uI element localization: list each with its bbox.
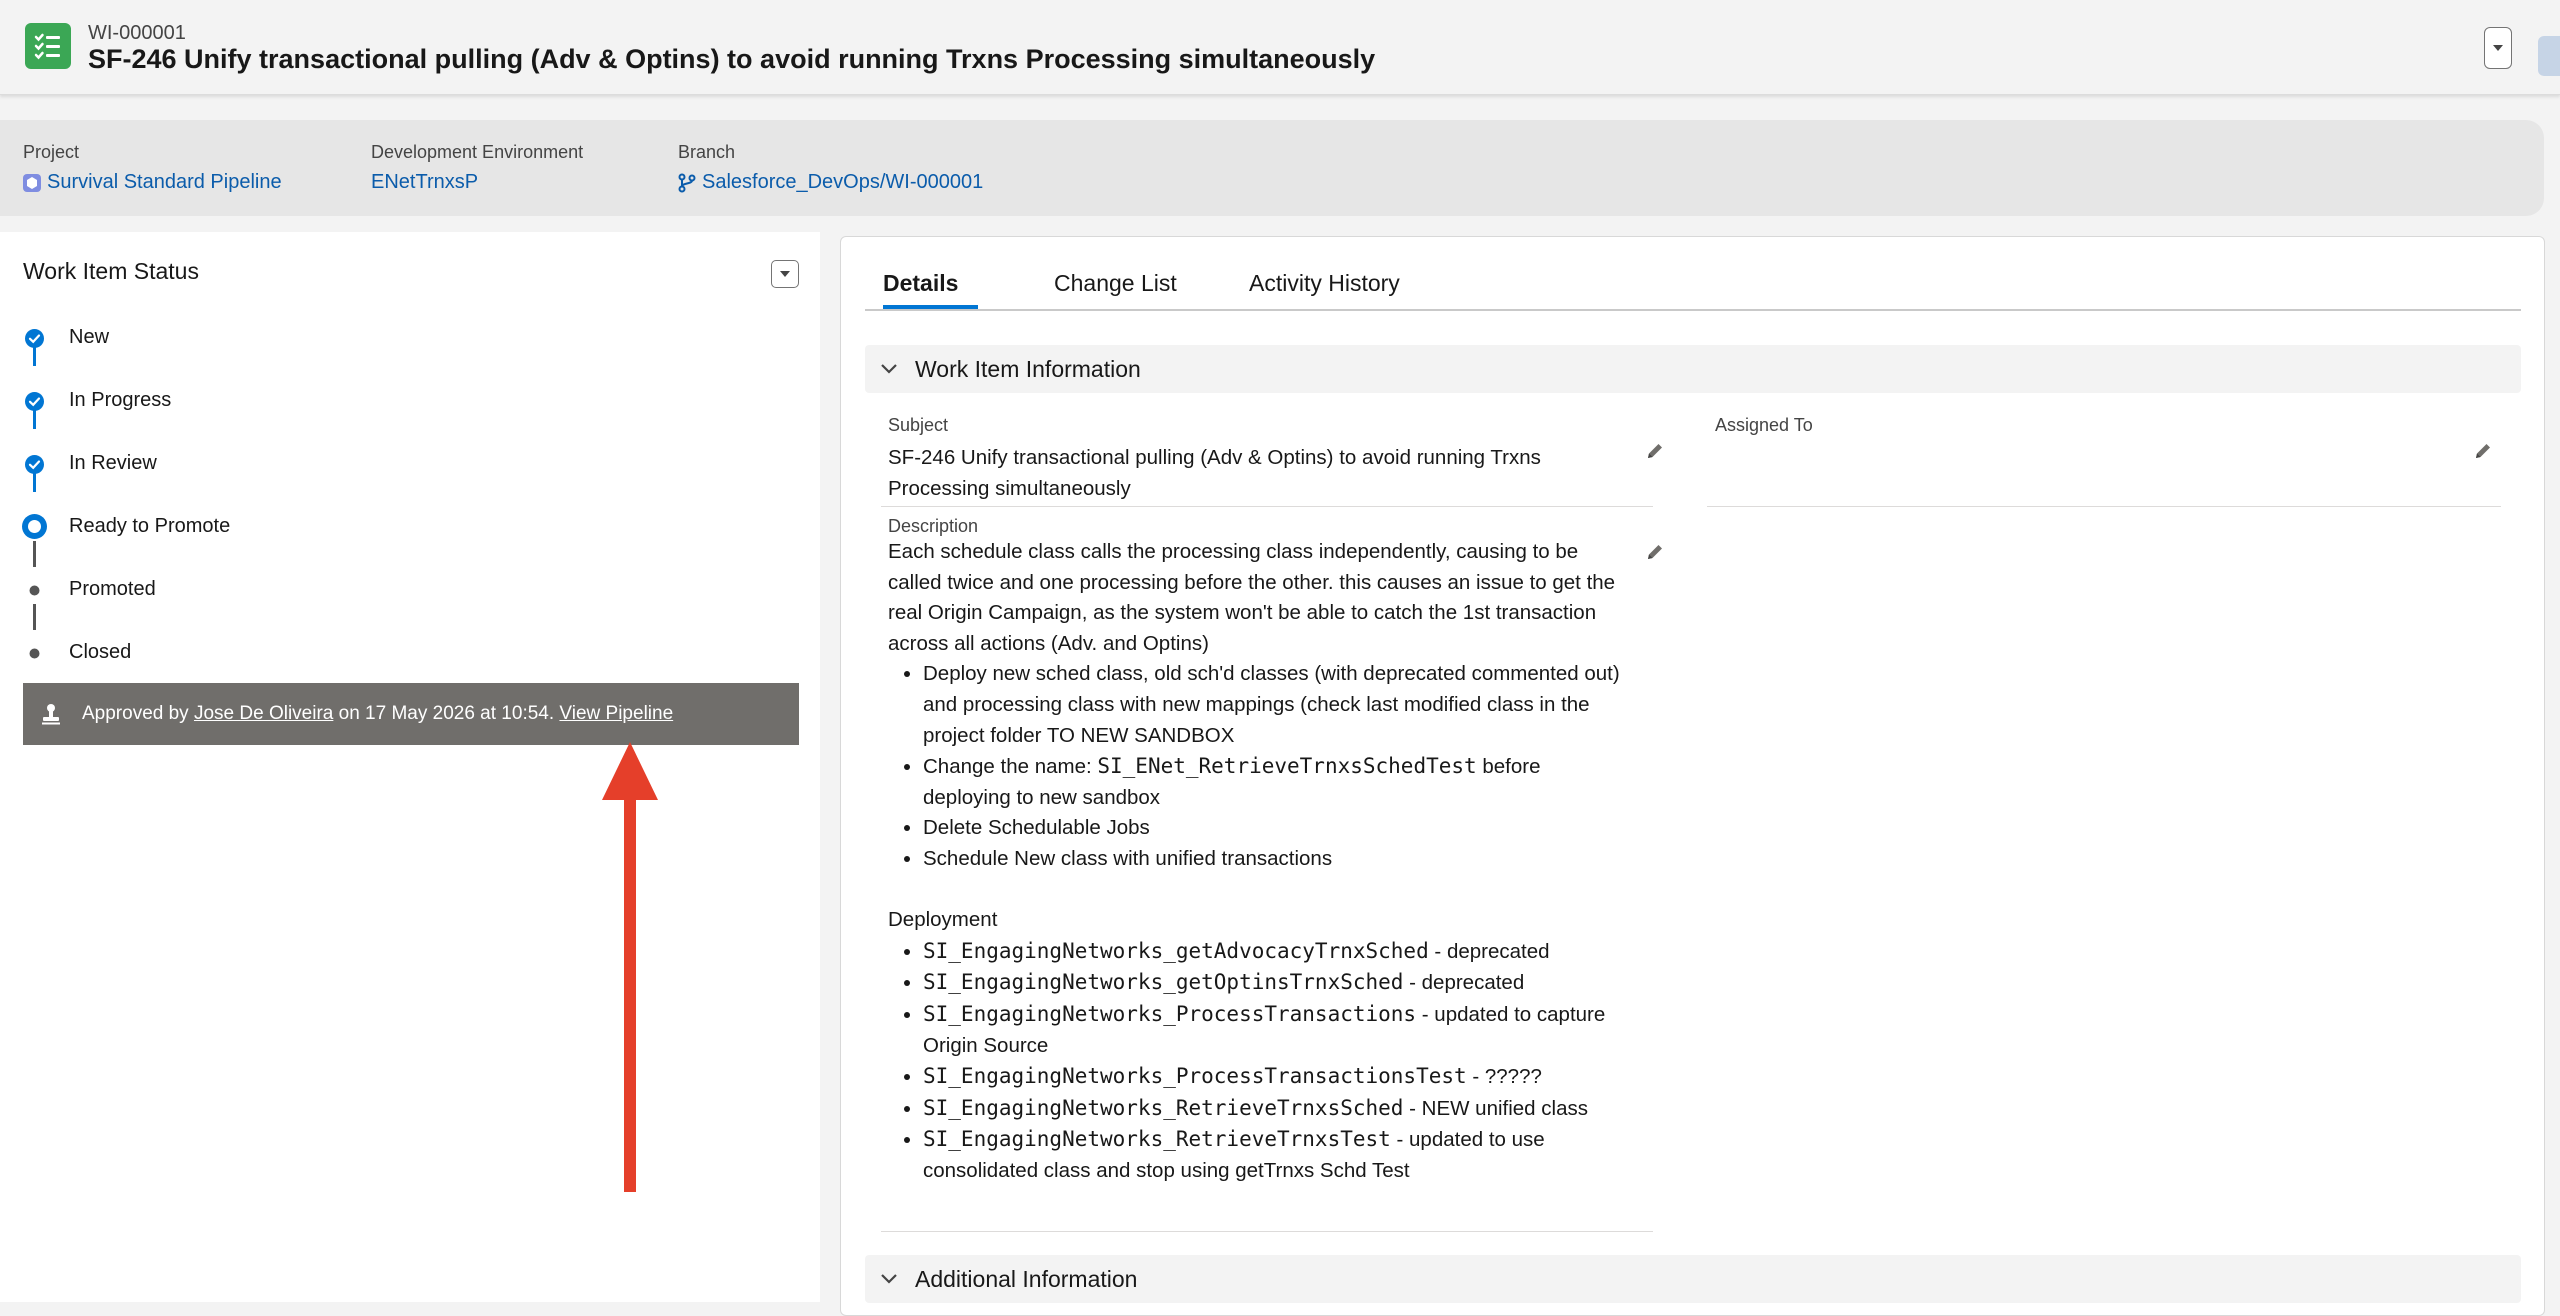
description-value: Each schedule class calls the processing… <box>888 537 1633 1186</box>
subject-line: SF-246 Unify transactional pulling (Adv … <box>888 446 1541 469</box>
subject-line: Processing simultaneously <box>888 476 1131 500</box>
description-label: Description <box>888 516 979 536</box>
work-item-information-section-toggle[interactable]: Work Item Information <box>865 345 2521 393</box>
deployment-list: SI_EngagingNetworks_getAdvocacyTrnxSched… <box>888 936 1633 1187</box>
list-item: Schedule New class with unified transact… <box>923 844 1633 875</box>
subject-label: Subject <box>888 415 949 435</box>
record-id: WI-000001 <box>88 22 186 44</box>
chevron-down-icon <box>780 271 790 277</box>
section-title: Work Item Information <box>915 356 1141 382</box>
list-item: Change the name: SI_ENet_RetrieveTrnxsSc… <box>923 751 1633 813</box>
details-card: Details Change List Activity History Wor… <box>840 236 2545 1316</box>
section-title: Additional Information <box>915 1266 1138 1292</box>
status-step-promoted[interactable]: Promoted <box>69 578 156 601</box>
description-steps-list: Deploy new sched class, old sch'd classe… <box>888 659 1633 874</box>
code-text: SI_ENet_RetrieveTrnxsSchedTest <box>1097 754 1477 779</box>
code-text: SI_EngagingNetworks_RetrieveTrnxsTest <box>923 1127 1391 1152</box>
additional-information-section-toggle[interactable]: Additional Information <box>865 1255 2521 1303</box>
list-item: SI_EngagingNetworks_RetrieveTrnxsTest - … <box>923 1124 1633 1186</box>
step-complete-check-icon <box>25 329 44 353</box>
tab-details[interactable]: Details <box>883 270 958 297</box>
branch-icon <box>678 173 696 192</box>
chevron-down-icon <box>879 1269 899 1294</box>
approval-prefix: Approved by <box>82 703 189 724</box>
list-item: SI_EngagingNetworks_ProcessTransactionsT… <box>923 1061 1633 1093</box>
status-panel-dropdown[interactable] <box>771 260 799 288</box>
step-complete-check-icon <box>25 392 44 416</box>
deployment-heading: Deployment <box>888 908 998 932</box>
path-connector <box>33 604 36 630</box>
highlights-panel: Project Survival Standard Pipeline Devel… <box>0 120 2544 216</box>
record-header: WI-000001 SF-246 Unify transactional pul… <box>0 0 2560 95</box>
project-link[interactable]: Survival Standard Pipeline <box>23 171 282 194</box>
approval-banner: Approved by Jose De Oliveira on 17 May 2… <box>23 683 799 745</box>
branch-label: Branch <box>678 142 736 162</box>
step-incomplete-dot-icon <box>29 583 40 601</box>
branch-value[interactable]: Salesforce_DevOps/WI-000001 <box>702 171 983 194</box>
chevron-down-icon <box>2493 45 2503 51</box>
view-pipeline-link[interactable]: View Pipeline <box>559 703 673 725</box>
project-field: Project Survival Standard Pipeline <box>23 142 282 194</box>
environment-label: Development Environment <box>371 142 584 162</box>
list-item: SI_EngagingNetworks_getOptinsTrnxSched -… <box>923 967 1633 999</box>
list-item: Deploy new sched class, old sch'd classe… <box>923 659 1633 751</box>
list-item: SI_EngagingNetworks_RetrieveTrnxsSched -… <box>923 1093 1633 1125</box>
approver-link[interactable]: Jose De Oliveira <box>194 703 333 725</box>
active-tab-indicator <box>883 305 978 309</box>
list-item: SI_EngagingNetworks_getAdvocacyTrnxSched… <box>923 936 1633 968</box>
list-item: SI_EngagingNetworks_ProcessTransactions … <box>923 999 1633 1061</box>
code-text: SI_EngagingNetworks_RetrieveTrnxsSched <box>923 1095 1404 1120</box>
field-divider <box>881 506 1653 507</box>
description-intro: Each schedule class calls the processing… <box>888 540 1616 655</box>
edit-subject-pencil-icon[interactable] <box>1645 441 1665 466</box>
project-label: Project <box>23 142 80 162</box>
record-tabs: Details Change List Activity History <box>865 263 2521 311</box>
field-divider <box>881 1231 1653 1232</box>
status-step-in-review[interactable]: In Review <box>69 452 157 475</box>
step-complete-check-icon <box>25 455 44 479</box>
subject-value: SF-246 Unify transactional pulling (Adv … <box>888 443 1608 504</box>
tab-activity-history[interactable]: Activity History <box>1249 270 1400 297</box>
project-value[interactable]: Survival Standard Pipeline <box>47 171 282 194</box>
environment-link[interactable]: ENetTrnxsP <box>371 171 583 194</box>
status-step-closed[interactable]: Closed <box>69 641 131 664</box>
chevron-down-icon <box>879 359 899 384</box>
path-connector <box>33 541 36 567</box>
approval-stamp-icon <box>40 703 62 725</box>
edit-assigned-to-pencil-icon[interactable] <box>2473 441 2493 466</box>
tab-change-list[interactable]: Change List <box>1054 270 1177 297</box>
status-step-ready-to-promote[interactable]: Ready to Promote <box>69 515 230 538</box>
status-step-new[interactable]: New <box>69 326 109 349</box>
code-text: SI_EngagingNetworks_getAdvocacyTrnxSched <box>923 938 1429 963</box>
work-item-status-panel: Work Item Status New In Progress In Revi… <box>0 232 820 1302</box>
utility-panel-toggle[interactable] <box>2538 36 2560 76</box>
branch-link[interactable]: Salesforce_DevOps/WI-000001 <box>678 171 983 194</box>
project-icon <box>23 173 41 192</box>
code-text: SI_EngagingNetworks_ProcessTransactions <box>923 1001 1417 1026</box>
code-text: SI_EngagingNetworks_ProcessTransactionsT… <box>923 1064 1467 1089</box>
branch-field: Branch Salesforce_DevOps/WI-000001 <box>678 142 983 194</box>
annotation-arrow-icon <box>600 742 660 1199</box>
header-actions-dropdown[interactable] <box>2484 27 2512 69</box>
step-current-ring-icon <box>22 514 47 544</box>
status-panel-title: Work Item Status <box>23 258 199 284</box>
work-item-list-icon <box>25 23 71 69</box>
assigned-to-label: Assigned To <box>1715 415 1813 435</box>
status-step-in-progress[interactable]: In Progress <box>69 389 171 412</box>
step-incomplete-dot-icon <box>29 646 40 664</box>
list-item: Delete Schedulable Jobs <box>923 813 1633 844</box>
field-divider <box>1707 506 2501 507</box>
environment-field: Development Environment ENetTrnxsP <box>371 142 583 194</box>
edit-description-pencil-icon[interactable] <box>1645 542 1665 567</box>
code-text: SI_EngagingNetworks_getOptinsTrnxSched <box>923 970 1404 995</box>
approval-date-text: on 17 May 2026 at 10:54. <box>338 703 555 724</box>
page-title: SF-246 Unify transactional pulling (Adv … <box>88 44 1376 74</box>
